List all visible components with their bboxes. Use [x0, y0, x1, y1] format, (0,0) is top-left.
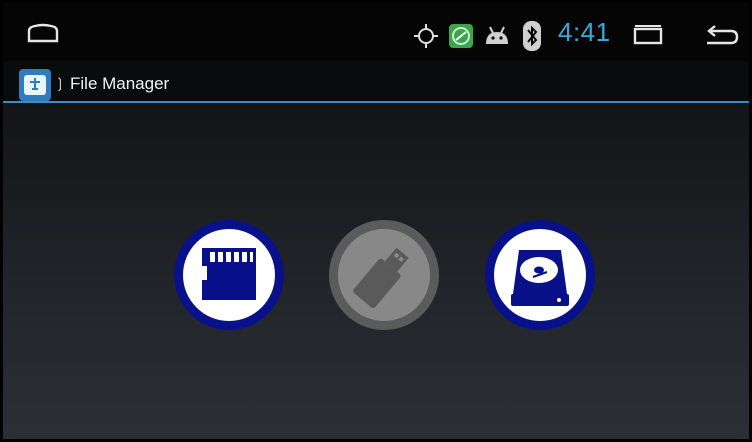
- back-icon[interactable]: [701, 23, 741, 49]
- sd-card-icon: [202, 248, 256, 300]
- usb-drive-button[interactable]: [329, 220, 439, 330]
- sd-card-button[interactable]: [174, 220, 284, 330]
- status-time: 4:41: [558, 17, 611, 47]
- title-divider: ❳: [54, 75, 66, 91]
- gps-icon: [414, 24, 438, 48]
- file-manager-icon[interactable]: [19, 69, 51, 101]
- usb-drive-icon: [353, 247, 409, 309]
- hard-drive-icon: [511, 250, 569, 306]
- screen: 4:41 ❳ File Manager: [3, 3, 749, 439]
- media-icon: [449, 24, 473, 48]
- android-icon: [486, 26, 508, 44]
- recent-apps-icon[interactable]: [629, 23, 667, 49]
- system-bar: 4:41: [3, 3, 749, 61]
- home-icon[interactable]: [23, 21, 63, 45]
- hard-drive-button[interactable]: [485, 220, 595, 330]
- bluetooth-icon: [523, 21, 541, 51]
- page-title: File Manager: [70, 74, 170, 93]
